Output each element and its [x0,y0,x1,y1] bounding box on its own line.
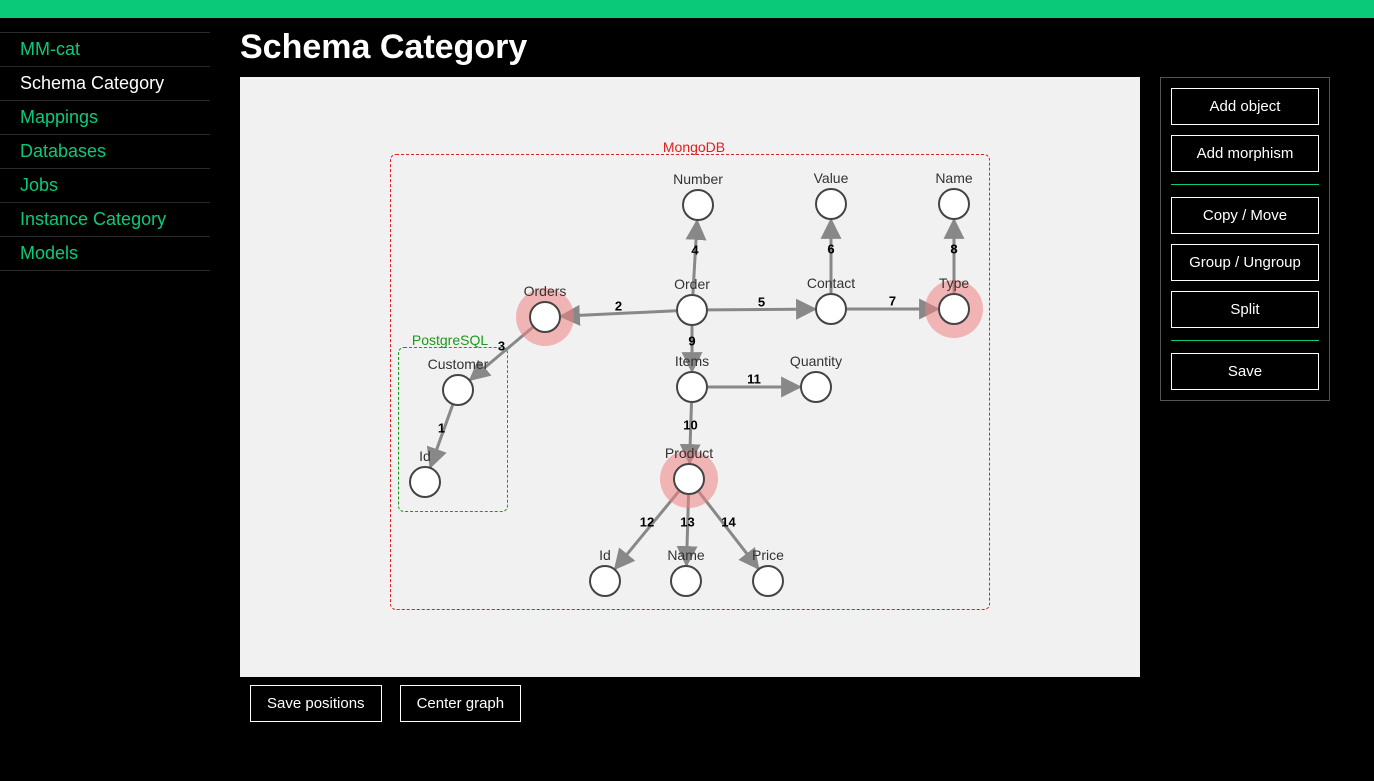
edge-13[interactable] [686,495,688,565]
add-object-button[interactable]: Add object [1171,88,1319,125]
edge-label-10: 10 [683,418,697,433]
edge-1[interactable] [430,405,452,467]
center-graph-button[interactable]: Center graph [400,685,522,722]
node-type[interactable] [938,293,970,325]
node-orders[interactable] [529,301,561,333]
edge-5[interactable] [708,309,815,310]
page-title: Schema Category [240,28,1374,67]
node-items[interactable] [676,371,708,403]
group-label-mongodb: MongoDB [663,139,725,155]
copy-move-button[interactable]: Copy / Move [1171,197,1319,234]
save-positions-button[interactable]: Save positions [250,685,382,722]
sidebar-item-instance[interactable]: Instance Category [0,203,210,237]
node-id1[interactable] [409,466,441,498]
top-accent-bar [0,0,1374,18]
node-label-name2: Name [667,547,704,563]
node-label-price: Price [752,547,784,563]
node-label-quantity: Quantity [790,353,842,369]
tool-separator [1171,340,1319,341]
edge-label-13: 13 [680,515,694,530]
edge-label-11: 11 [747,372,761,387]
group-ungroup-button[interactable]: Group / Ungroup [1171,244,1319,281]
schema-canvas[interactable]: MongoDBPostgreSQL1234567891011121314Orde… [240,77,1140,677]
edge-label-9: 9 [688,333,695,348]
group-label-postgresql: PostgreSQL [412,332,488,348]
edge-label-5: 5 [758,294,765,309]
edge-label-4: 4 [691,242,698,257]
edge-label-1: 1 [438,421,445,436]
add-morphism-button[interactable]: Add morphism [1171,135,1319,172]
node-label-items: Items [675,353,709,369]
bottom-toolbar: Save positions Center graph [240,685,1374,722]
edge-2[interactable] [561,311,676,316]
sidebar-item-mappings[interactable]: Mappings [0,101,210,135]
node-label-name1: Name [935,170,972,186]
node-label-product: Product [665,445,713,461]
sidebar-item-jobs[interactable]: Jobs [0,169,210,203]
edge-label-8: 8 [950,241,957,256]
edge-3[interactable] [470,327,532,379]
node-label-id2: Id [599,547,611,563]
edge-label-6: 6 [827,241,834,256]
node-quantity[interactable] [800,371,832,403]
edge-label-3: 3 [498,338,505,353]
node-number[interactable] [682,189,714,221]
node-contact[interactable] [815,293,847,325]
sidebar-item-mmcat[interactable]: MM-cat [0,32,210,67]
node-label-customer: Customer [428,356,489,372]
node-id2[interactable] [589,565,621,597]
node-name1[interactable] [938,188,970,220]
edge-label-7: 7 [889,294,896,309]
edge-label-14: 14 [721,515,735,530]
edge-4[interactable] [693,221,697,294]
node-value[interactable] [815,188,847,220]
node-product[interactable] [673,463,705,495]
edge-12[interactable] [615,491,679,568]
node-price[interactable] [752,565,784,597]
node-order[interactable] [676,294,708,326]
split-button[interactable]: Split [1171,291,1319,328]
node-label-type: Type [939,275,969,291]
node-customer[interactable] [442,374,474,406]
edge-label-12: 12 [640,515,654,530]
sidebar-item-schema[interactable]: Schema Category [0,67,210,101]
node-name2[interactable] [670,565,702,597]
node-label-order: Order [674,276,710,292]
node-label-number: Number [673,171,723,187]
tool-separator [1171,184,1319,185]
save-button[interactable]: Save [1171,353,1319,390]
tool-panel: Add object Add morphism Copy / Move Grou… [1160,77,1330,401]
edge-10[interactable] [690,403,692,463]
sidebar-item-databases[interactable]: Databases [0,135,210,169]
node-label-contact: Contact [807,275,855,291]
sidebar: MM-catSchema CategoryMappingsDatabasesJo… [0,18,210,781]
node-label-value: Value [814,170,849,186]
node-label-orders: Orders [524,283,567,299]
sidebar-item-models[interactable]: Models [0,237,210,271]
edge-14[interactable] [699,492,758,569]
edge-label-2: 2 [615,298,622,313]
node-label-id1: Id [419,448,431,464]
